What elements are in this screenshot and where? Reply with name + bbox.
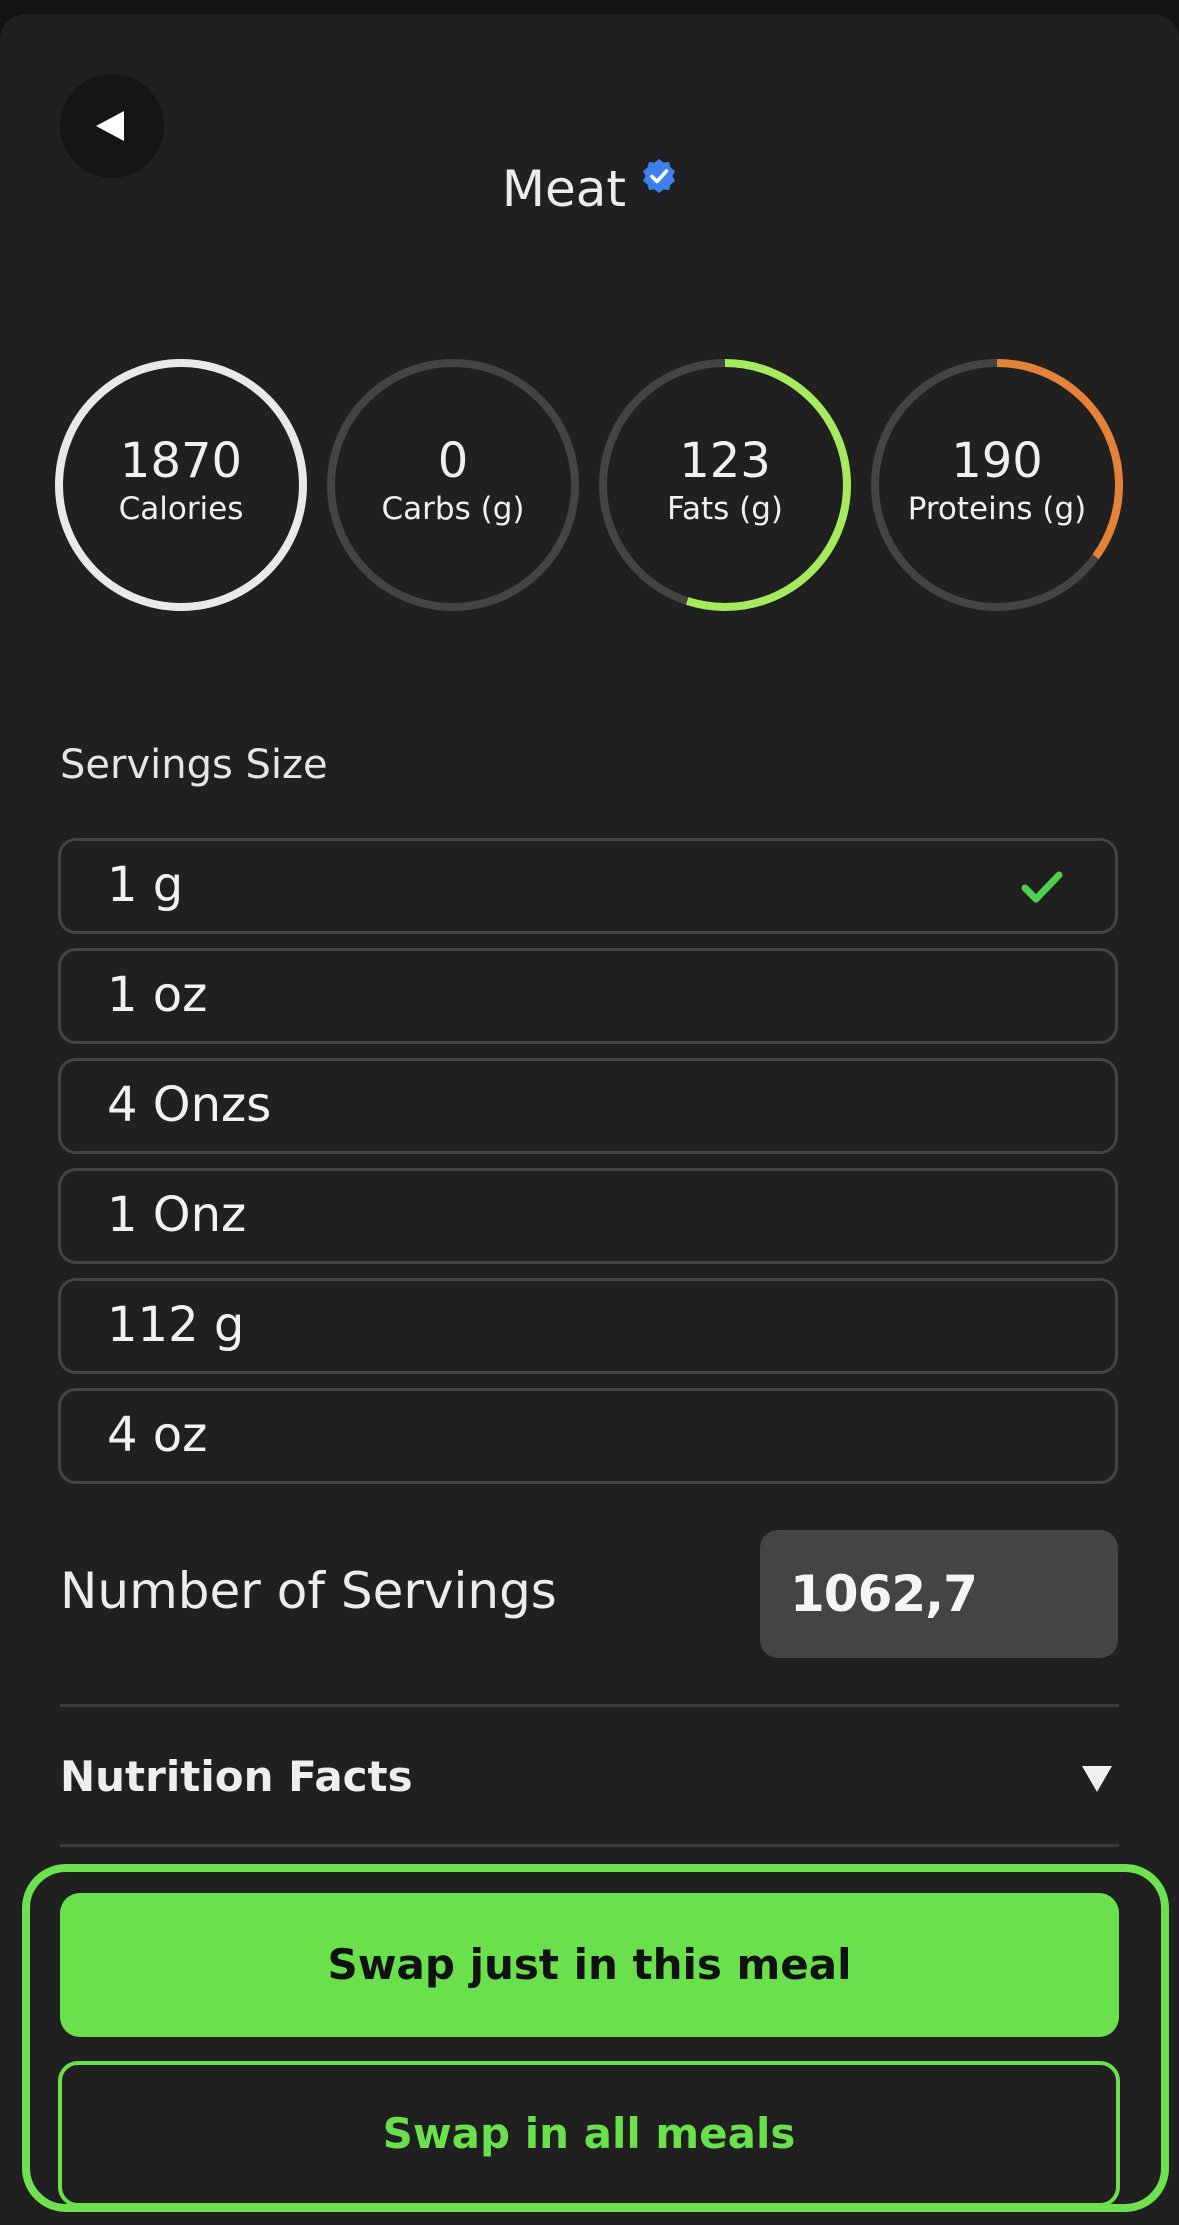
serving-option-label: 1 Onz	[107, 1187, 247, 1243]
serving-option[interactable]: 1 g	[58, 838, 1118, 934]
macro-ring-label: 190 Proteins (g)	[877, 433, 1117, 529]
nutrition-facts-toggle[interactable]: Nutrition Facts	[60, 1752, 413, 1801]
serving-option-label: 112 g	[107, 1297, 245, 1353]
serving-option[interactable]: 1 Onz	[58, 1168, 1118, 1264]
macro-name: Fats (g)	[666, 491, 783, 527]
number-of-servings-label: Number of Servings	[60, 1562, 557, 1620]
serving-option-label: 4 Onzs	[107, 1077, 272, 1133]
checkmark-icon	[1021, 869, 1063, 909]
swap-this-meal-button[interactable]: Swap just in this meal	[60, 1893, 1119, 2037]
macro-name: Calories	[118, 491, 244, 527]
macro-value: 123	[679, 433, 771, 489]
macro-name: Proteins (g)	[907, 491, 1087, 527]
macro-value: 1870	[119, 433, 243, 489]
servings-size-label: Servings Size	[60, 742, 328, 788]
number-of-servings-input[interactable]: 1062,7	[760, 1530, 1118, 1658]
chevron-down-icon[interactable]	[1082, 1766, 1112, 1792]
macro-ring-label: 1870 Calories	[61, 433, 301, 529]
divider	[60, 1704, 1119, 1707]
macro-ring-label: 123 Fats (g)	[605, 433, 845, 529]
divider	[60, 1844, 1119, 1847]
serving-option[interactable]: 112 g	[58, 1278, 1118, 1374]
swap-all-meals-button[interactable]: Swap in all meals	[58, 2061, 1120, 2207]
serving-option-label: 1 g	[107, 857, 184, 913]
serving-option-label: 1 oz	[107, 967, 208, 1023]
serving-option[interactable]: 4 oz	[58, 1388, 1118, 1484]
macro-ring-label: 0 Carbs (g)	[333, 433, 573, 529]
macro-value: 190	[951, 433, 1043, 489]
serving-option[interactable]: 4 Onzs	[58, 1058, 1118, 1154]
serving-option[interactable]: 1 oz	[58, 948, 1118, 1044]
serving-option-label: 4 oz	[107, 1407, 208, 1463]
macro-name: Carbs (g)	[381, 491, 525, 527]
macro-value: 0	[437, 433, 469, 489]
macro-rings	[55, 359, 1123, 611]
